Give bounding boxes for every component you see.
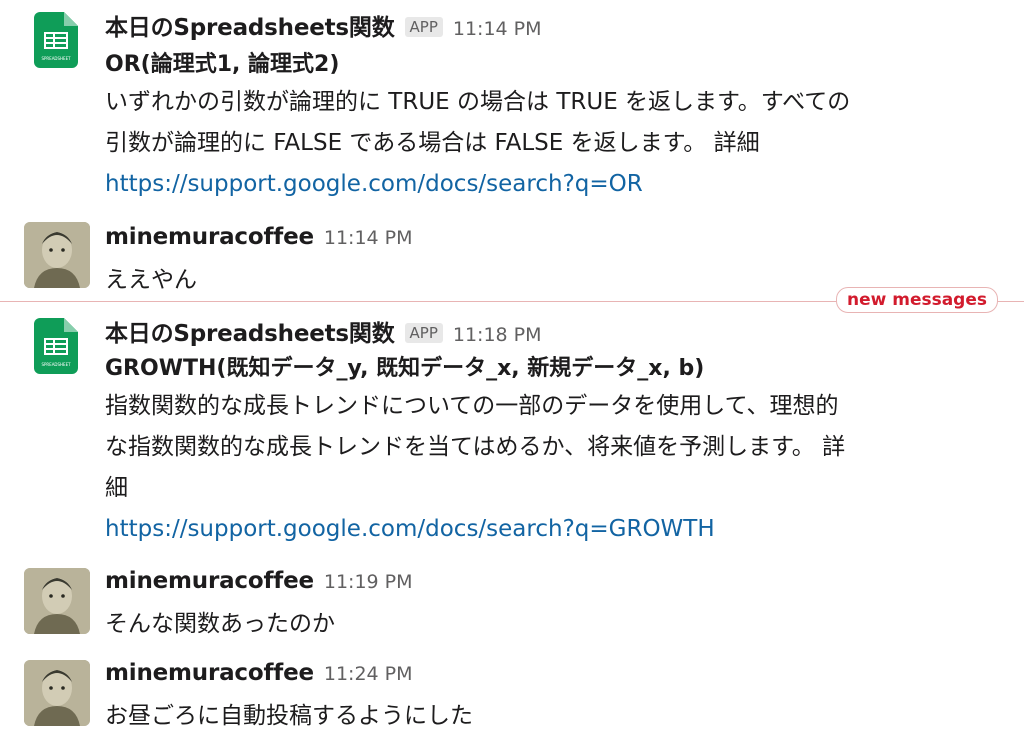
- message-text: お昼ごろに自動投稿するようにした: [105, 703, 473, 729]
- avatar[interactable]: [24, 222, 90, 288]
- message-content: minemuracoffee 11:19 PM そんな関数あったのか: [105, 568, 994, 645]
- user-photo-icon: [24, 222, 90, 288]
- message-content: 本日のSpreadsheets関数 APP 11:14 PM OR(論理式1, …: [105, 8, 994, 205]
- author-name[interactable]: 本日のSpreadsheets関数: [105, 314, 395, 348]
- timestamp[interactable]: 11:19 PM: [324, 571, 413, 593]
- docs-link[interactable]: https://support.google.com/docs/search?q…: [105, 516, 715, 542]
- author-name[interactable]: minemuracoffee: [105, 568, 314, 594]
- spreadsheet-icon-label: SPREADSHEET: [41, 56, 71, 61]
- user-photo-icon: [24, 660, 90, 726]
- author-name[interactable]: 本日のSpreadsheets関数: [105, 8, 395, 42]
- app-badge: APP: [404, 17, 443, 37]
- author-name[interactable]: minemuracoffee: [105, 660, 314, 686]
- message-text-line: 細: [105, 475, 128, 501]
- app-badge: APP: [404, 323, 443, 343]
- timestamp[interactable]: 11:18 PM: [453, 324, 542, 346]
- message-text-line: いずれかの引数が論理的に TRUE の場合は TRUE を返します。すべての: [105, 89, 851, 115]
- timestamp[interactable]: 11:14 PM: [453, 18, 542, 40]
- timestamp[interactable]: 11:14 PM: [324, 227, 413, 249]
- timestamp[interactable]: 11:24 PM: [324, 663, 413, 685]
- message-text-line: 引数が論理的に FALSE である場合は FALSE を返します。 詳細: [105, 130, 760, 156]
- docs-link[interactable]: https://support.google.com/docs/search?q…: [105, 171, 643, 197]
- message-text-line: な指数関数的な成長トレンドを当てはめるか、将来値を予測します。 詳: [105, 434, 846, 460]
- message-header: minemuracoffee 11:24 PM: [105, 660, 994, 692]
- spreadsheet-icon[interactable]: SPREADSHEET: [34, 12, 78, 68]
- message-text-line: 指数関数的な成長トレンドについての一部のデータを使用して、理想的: [105, 393, 839, 419]
- message-header: 本日のSpreadsheets関数 APP 11:14 PM: [105, 8, 994, 42]
- message-content: 本日のSpreadsheets関数 APP 11:18 PM GROWTH(既知…: [105, 314, 994, 550]
- message-text: そんな関数あったのか: [105, 611, 335, 637]
- new-messages-label: new messages: [835, 287, 998, 313]
- message-header: 本日のSpreadsheets関数 APP 11:18 PM: [105, 314, 994, 348]
- message-header: minemuracoffee 11:19 PM: [105, 568, 994, 600]
- avatar[interactable]: [24, 568, 90, 634]
- avatar[interactable]: [24, 660, 90, 726]
- spreadsheet-icon-label: SPREADSHEET: [41, 362, 71, 367]
- formula-signature: OR(論理式1, 論理式2): [105, 52, 340, 77]
- message-header: minemuracoffee 11:14 PM: [105, 224, 994, 256]
- spreadsheet-icon[interactable]: SPREADSHEET: [34, 318, 78, 374]
- message-feed: SPREADSHEET 本日のSpreadsheets関数 APP 11:14 …: [0, 0, 1024, 754]
- user-photo-icon: [24, 568, 90, 634]
- message-content: minemuracoffee 11:24 PM お昼ごろに自動投稿するようにした: [105, 660, 994, 737]
- author-name[interactable]: minemuracoffee: [105, 224, 314, 250]
- formula-signature: GROWTH(既知データ_y, 既知データ_x, 新規データ_x, b): [105, 356, 705, 381]
